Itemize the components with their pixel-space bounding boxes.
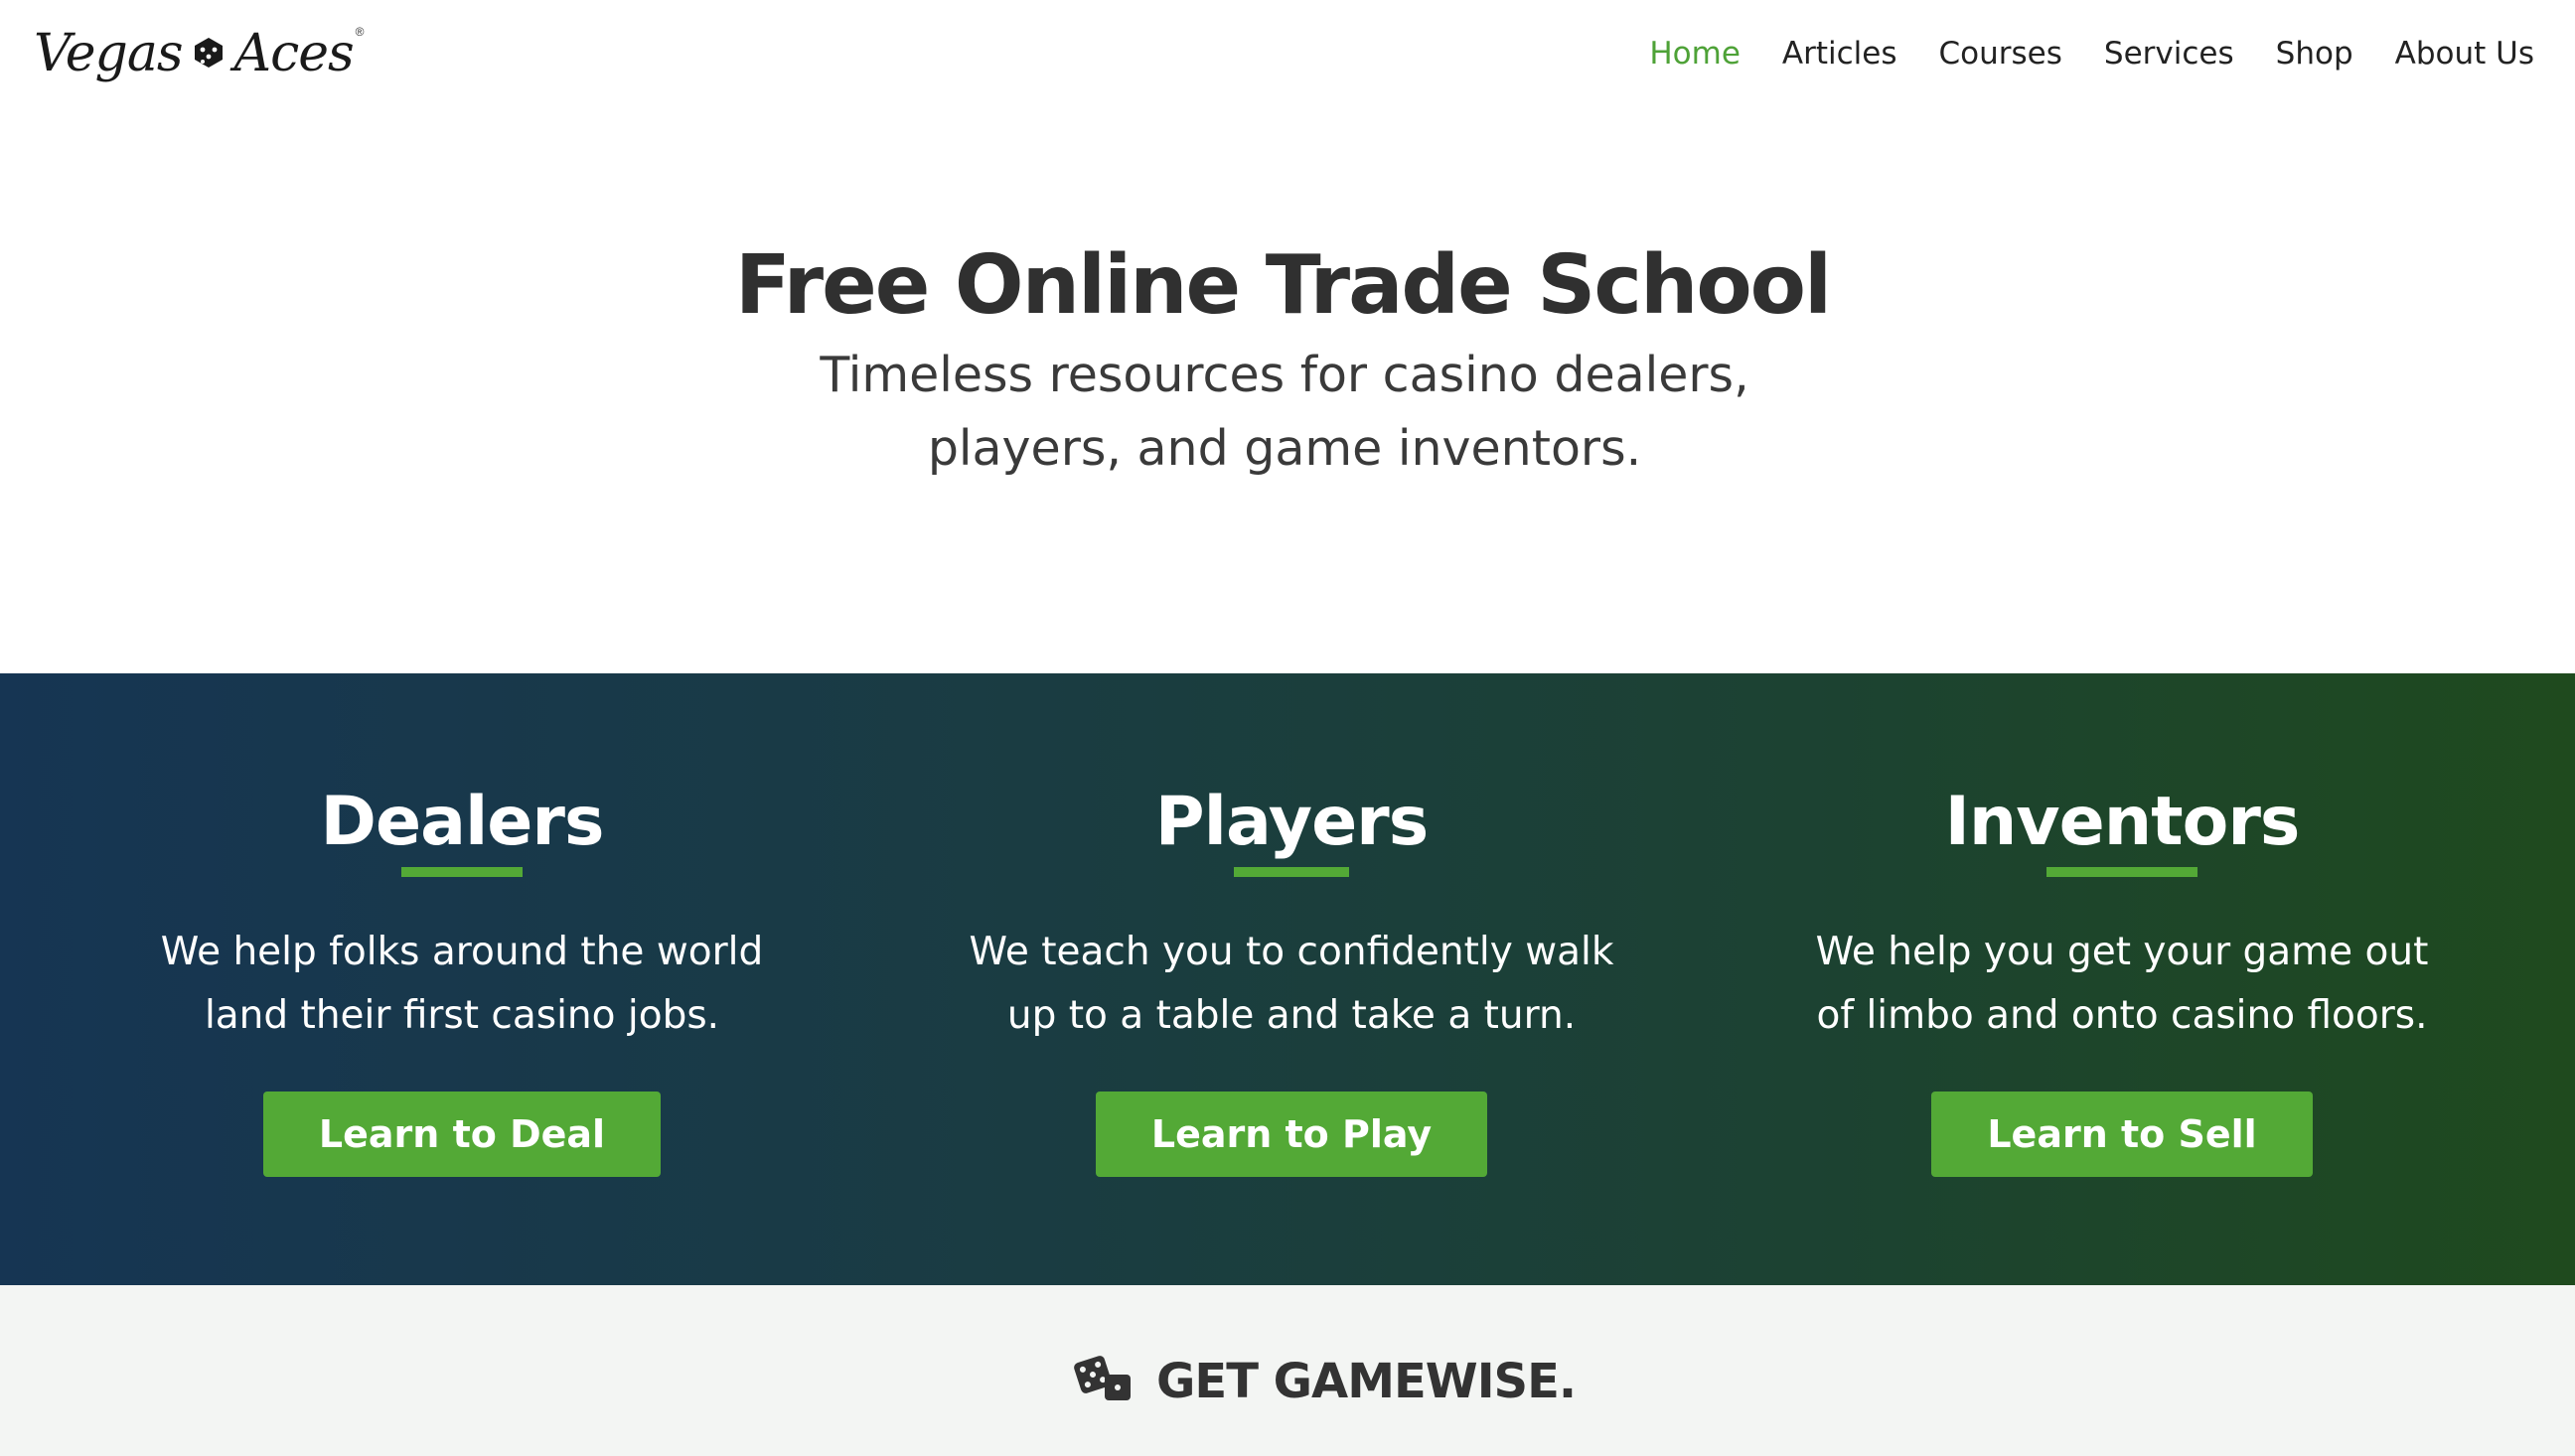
column-title-text: Inventors xyxy=(1944,783,2301,861)
logo-word-left: Vegas xyxy=(34,24,184,83)
nav-item-shop[interactable]: Shop xyxy=(2255,30,2374,77)
column-text-players: We teach you to confidently walk up to a… xyxy=(969,930,1614,1038)
nav-item-articles[interactable]: Articles xyxy=(1761,30,1918,77)
gamewise-section: GET GAMEWISE. xyxy=(0,1285,2575,1456)
dice-icon xyxy=(189,32,228,76)
column-players: Players We teach you to confidently walk… xyxy=(874,783,1709,1177)
column-text-inventors: We help you get your game out of limbo a… xyxy=(1815,930,2429,1038)
audience-band: Dealers We help folks around the world l… xyxy=(0,673,2575,1285)
nav-item-about-us[interactable]: About Us xyxy=(2374,30,2555,77)
nav-item-services[interactable]: Services xyxy=(2083,30,2255,77)
gamewise-heading-group: GET GAMEWISE. xyxy=(1073,1353,1577,1409)
site-logo[interactable]: Vegas Aces ® xyxy=(34,14,365,93)
column-title-text: Players xyxy=(1154,783,1429,861)
hero-subtitle: Timeless resources for casino dealers, p… xyxy=(820,347,1749,477)
gamewise-heading: GET GAMEWISE. xyxy=(1156,1353,1577,1409)
column-title-inventors: Inventors xyxy=(1944,783,2301,877)
hero-title: Free Online Trade School xyxy=(734,238,1832,333)
site-header: Vegas Aces ® Home Articles Courses Servi… xyxy=(0,0,2575,119)
nav-item-courses[interactable]: Courses xyxy=(1918,30,2083,77)
learn-to-play-button[interactable]: Learn to Play xyxy=(1095,1092,1488,1177)
column-title-players: Players xyxy=(1154,783,1429,877)
nav-item-home[interactable]: Home xyxy=(1628,30,1761,77)
learn-to-deal-button[interactable]: Learn to Deal xyxy=(262,1092,662,1177)
column-text-dealers: We help folks around the world land thei… xyxy=(160,930,764,1038)
title-underline xyxy=(1234,867,1349,877)
hero-section: Free Online Trade School Timeless resour… xyxy=(0,238,2575,486)
column-title-text: Dealers xyxy=(320,783,605,861)
learn-to-sell-button[interactable]: Learn to Sell xyxy=(1931,1092,2313,1177)
title-underline xyxy=(400,867,523,877)
column-title-dealers: Dealers xyxy=(320,783,605,877)
column-dealers: Dealers We help folks around the world l… xyxy=(45,783,879,1177)
title-underline xyxy=(2046,867,2197,877)
column-inventors: Inventors We help you get your game out … xyxy=(1705,783,2539,1177)
registered-mark: ® xyxy=(355,25,365,39)
dice-icon xyxy=(1073,1353,1135,1409)
main-nav: Home Articles Courses Services Shop Abou… xyxy=(1628,30,2555,77)
logo-word-right: Aces xyxy=(233,24,355,83)
